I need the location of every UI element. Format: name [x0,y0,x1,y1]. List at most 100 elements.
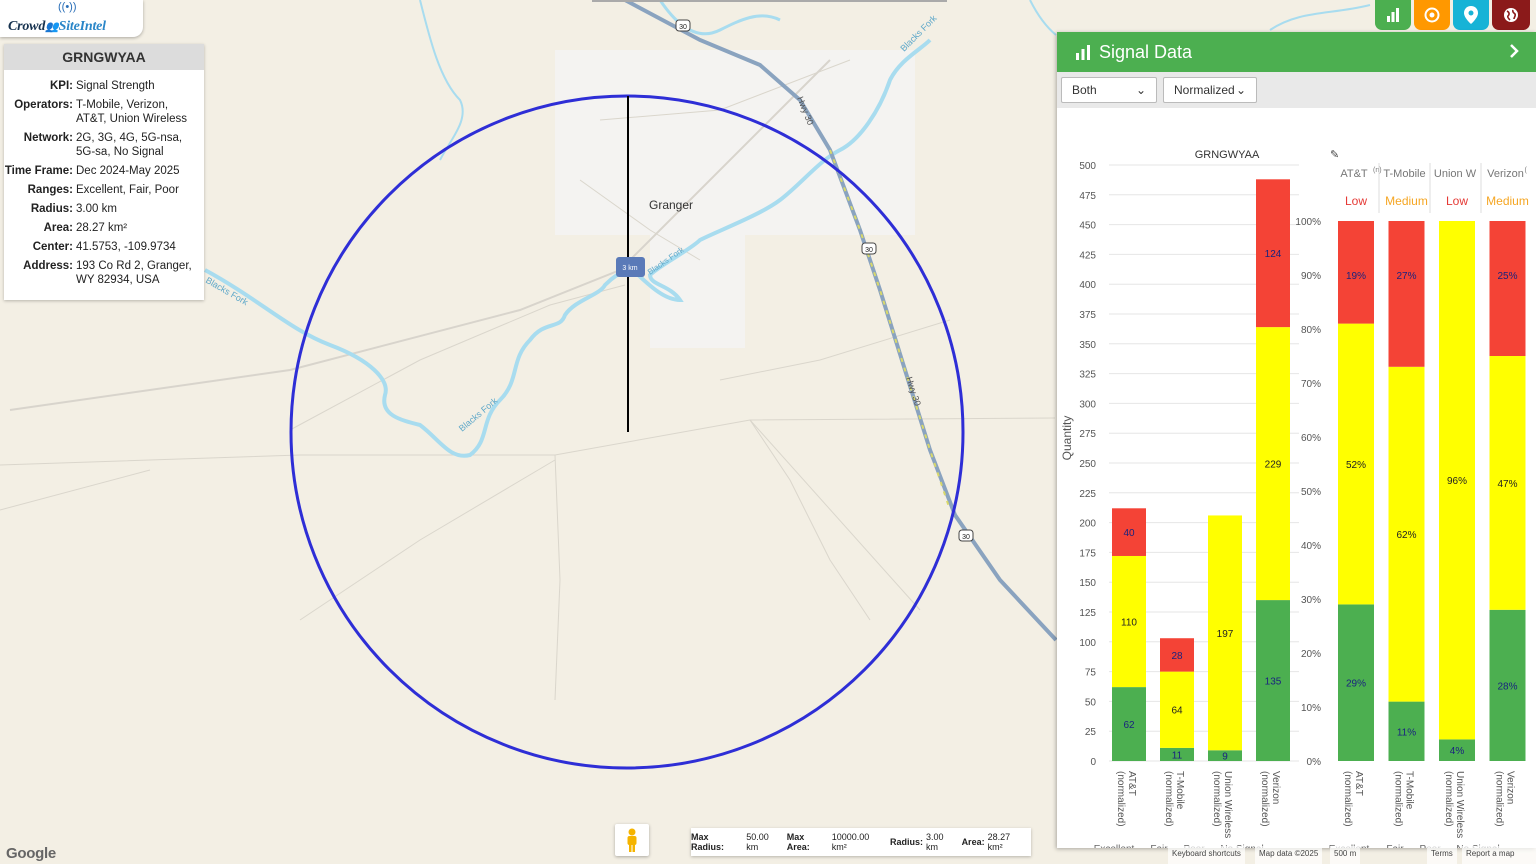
y-tick-label: 275 [1079,429,1096,440]
target-icon [1424,7,1440,23]
y-tick-label: 0% [1307,757,1322,768]
data-label: 25% [1497,271,1517,282]
info-key: KPI: [50,80,73,92]
globe-button[interactable] [1492,0,1530,30]
operator-header: Verizon [1487,168,1524,180]
y-tick-label: 200 [1079,519,1096,530]
chart-toggle-button[interactable] [1375,0,1411,30]
info-key: Center: [32,241,73,253]
bar-segment-poor [1388,221,1425,367]
y-tick-label: 70% [1301,379,1321,390]
signal-data-panel: Signal Data Both ⌄ Normalized ⌄ GRNGWYAA ✎ 0… [1057,32,1536,848]
info-row-address: Address: 193 Co Rd 2, Granger, WY 82934, … [4,257,198,290]
route-shield: 30 [958,529,974,542]
panel-title: Signal Data [1099,41,1193,62]
info-value: 3.00 km [76,203,117,215]
panel-controls: Both ⌄ Normalized ⌄ [1057,72,1536,108]
data-label: 19% [1346,271,1366,282]
max-area-label: Max Area: [786,832,810,852]
terms-link[interactable]: Terms [1427,846,1457,864]
info-row-area: Area: 28.27 km² [4,219,198,238]
x-tick-label: Verizon [1270,771,1281,804]
legend-label: Fair [1386,844,1404,848]
route-shield: 30 [675,19,691,32]
y-tick-label: 40% [1301,541,1321,552]
data-label: 52% [1346,460,1366,471]
bar-segment-poor [1489,221,1526,356]
radius-label: 3 km [622,265,637,272]
signal-chart: GRNGWYAA ✎ 0 25 50 75 100 125 150 175 200 225 250 275… [1060,149,1529,848]
town-label: Granger [649,198,693,212]
y-tick-label: 50% [1301,487,1321,498]
y-tick-label: 150 [1079,578,1096,589]
info-row-radius: Radius: 3.00 km [4,200,198,219]
info-value: 2G, 3G, 4G, 5G-nsa, 5G-sa, No Signal [76,132,183,158]
info-value: Signal Strength [76,80,155,92]
y-tick-label: 425 [1079,250,1096,261]
y-tick-label: 90% [1301,271,1321,282]
data-label: 4% [1450,746,1465,757]
x-tick-label-sub: (normalized) [1494,771,1505,827]
y-tick-label: 225 [1079,489,1096,500]
y-tick-label: 250 [1079,459,1096,470]
info-value: T-Mobile, Verizon, AT&T, Union Wireless [76,99,187,125]
chevron-down-icon: ⌄ [1235,83,1246,97]
data-label: 64 [1171,706,1183,717]
x-tick-label: Union Wireless [1454,771,1465,838]
globe-icon [1504,8,1518,22]
y-tick-label: 100% [1295,217,1321,228]
y-tick-label: 50 [1085,697,1097,708]
mode-select[interactable]: Normalized ⌄ [1163,77,1257,103]
operator-rating: Medium [1486,194,1529,208]
bar-chart-icon [1076,45,1090,60]
map-scale[interactable]: 500 m [1330,846,1361,864]
data-label: 47% [1497,479,1517,490]
data-label: 135 [1265,677,1282,688]
chevron-right-icon[interactable] [1509,43,1519,59]
location-button[interactable] [1453,0,1489,30]
data-label: 27% [1396,271,1416,282]
y-tick-label: 450 [1079,221,1096,232]
info-value: Excellent, Fair, Poor [76,184,179,196]
radius-label: Radius: [890,837,924,847]
info-key: Time Frame: [4,165,73,177]
site-title: GRNGWYAA [4,44,204,70]
x-tick-label-sub: (normalized) [1259,771,1270,827]
report-error-link[interactable]: Report a map error [1462,846,1536,864]
info-value: Dec 2024-May 2025 [76,165,180,177]
info-key: Ranges: [27,184,73,196]
info-value: 41.5753, -109.9734 [76,241,176,253]
data-label: 28 [1171,651,1183,662]
map-data-attribution: Map data ©2025 [1255,846,1323,864]
keyboard-shortcuts-link[interactable]: Keyboard shortcuts [1168,846,1245,864]
info-value: 28.27 km² [76,222,128,234]
street-view-button[interactable] [615,824,649,856]
x-tick-label-sub: (normalized) [1115,771,1126,827]
y-axis-label: Quantity [1060,416,1074,461]
route-shield: 30 [861,242,877,255]
info-key: Address: [23,260,73,272]
svg-text:30: 30 [962,534,970,541]
info-row-operators: Operators: T-Mobile, Verizon, AT&T, Union… [4,96,198,129]
y-tick-label: 300 [1079,399,1096,410]
bar-chart-icon [1387,8,1399,22]
y-tick-label: 325 [1079,370,1096,381]
info-key: Operators: [14,99,73,111]
app-logo[interactable]: ((•)) Crowd👥SiteIntel [0,0,143,37]
y-tick-label: 25 [1085,727,1097,738]
y-tick-label: 30% [1301,595,1321,606]
y-tick-label: 0 [1090,757,1096,768]
data-label: 11 [1172,750,1183,761]
data-label: 197 [1217,629,1234,640]
info-row-timeframe: Time Frame: Dec 2024-May 2025 [4,162,198,181]
google-logo[interactable]: Google [6,845,56,862]
chart-title: GRNGWYAA [1195,149,1260,161]
operator-select[interactable]: Both ⌄ [1061,77,1157,103]
svg-text:30: 30 [865,247,873,254]
target-button[interactable] [1414,0,1450,30]
y-tick-label: 175 [1079,548,1096,559]
map-pin-icon [1464,6,1478,24]
info-key: Area: [43,222,73,234]
data-label: 62% [1396,530,1416,541]
town-area [555,50,915,235]
